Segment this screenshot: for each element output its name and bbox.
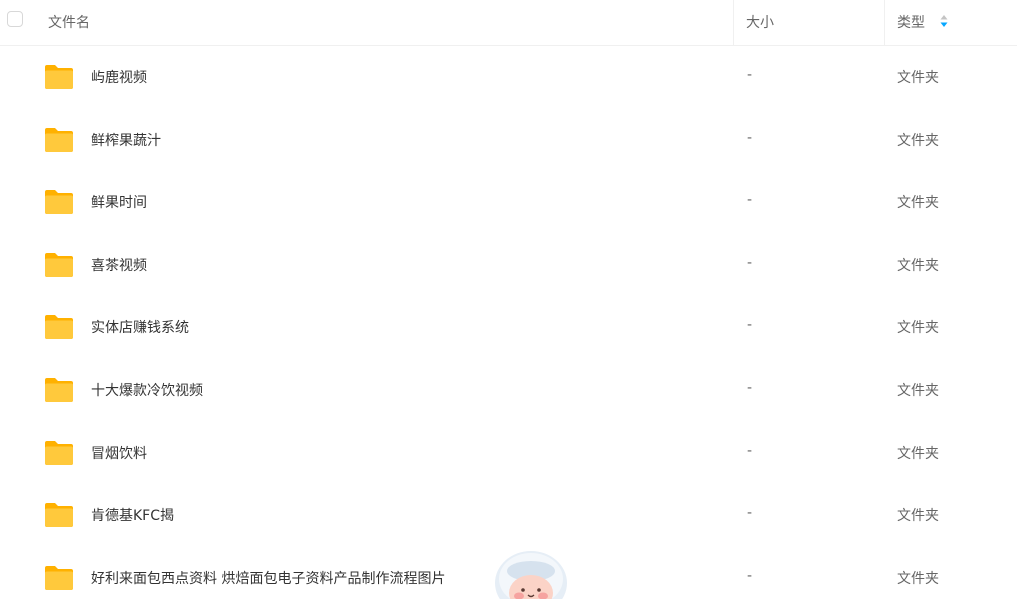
file-type: 文件夹	[897, 70, 939, 86]
list-header: 文件名 大小 类型	[0, 0, 1017, 46]
file-name[interactable]: 屿鹿视频	[91, 67, 147, 87]
file-size: -	[747, 317, 753, 334]
table-row[interactable]: 鲜果时间 - 文件夹	[0, 172, 1017, 234]
file-size: -	[747, 67, 753, 83]
table-row[interactable]: 十大爆款冷饮视频 - 文件夹	[0, 360, 1017, 422]
folder-icon	[45, 378, 73, 402]
folder-icon	[45, 315, 73, 340]
column-header-name[interactable]: 文件名	[48, 12, 90, 32]
folder-icon	[45, 440, 73, 465]
file-size: -	[747, 442, 753, 459]
file-name[interactable]: 鲜榨果蔬汁	[91, 130, 161, 150]
column-header-size[interactable]: 大小	[746, 12, 774, 32]
file-name[interactable]: 实体店赚钱系统	[91, 317, 189, 337]
file-type: 文件夹	[897, 570, 939, 587]
column-divider[interactable]	[884, 0, 885, 46]
file-type: 文件夹	[897, 383, 939, 399]
folder-icon	[45, 565, 73, 590]
folder-icon	[45, 127, 73, 152]
mascot-icon[interactable]	[492, 549, 570, 599]
file-name[interactable]: 十大爆款冷饮视频	[91, 380, 203, 400]
column-header-type[interactable]: 类型	[897, 12, 925, 32]
file-type: 文件夹	[897, 257, 939, 274]
file-size: -	[747, 380, 753, 396]
file-type: 文件夹	[897, 320, 939, 337]
select-all-checkbox[interactable]	[7, 11, 23, 27]
file-size: -	[747, 505, 753, 522]
file-size: -	[747, 129, 753, 146]
file-size: -	[747, 567, 753, 584]
file-name[interactable]: 好利来面包西点资料 烘焙面包电子资料产品制作流程图片	[91, 568, 445, 588]
folder-icon	[45, 252, 73, 277]
table-row[interactable]: 鲜榨果蔬汁 - 文件夹	[0, 110, 1017, 172]
table-row[interactable]: 喜茶视频 - 文件夹	[0, 235, 1017, 297]
file-name[interactable]: 肯德基KFC揭	[91, 505, 174, 525]
file-name[interactable]: 喜茶视频	[91, 255, 147, 275]
file-name[interactable]: 冒烟饮料	[91, 443, 147, 463]
folder-icon	[45, 190, 73, 215]
table-row[interactable]: 实体店赚钱系统 - 文件夹	[0, 297, 1017, 359]
file-type: 文件夹	[897, 445, 939, 462]
sort-icon[interactable]	[940, 14, 948, 28]
file-type: 文件夹	[897, 508, 939, 525]
folder-icon	[45, 65, 73, 89]
folder-icon	[45, 503, 73, 528]
file-name[interactable]: 鲜果时间	[91, 192, 147, 212]
file-type: 文件夹	[897, 195, 939, 212]
file-type: 文件夹	[897, 132, 939, 149]
file-size: -	[747, 192, 753, 209]
file-list: 文件名 大小 类型 屿鹿视频 - 文件夹 鲜榨果蔬汁 - 文件夹 鲜果时间 - 文件夹 喜茶视频 -…	[0, 0, 1017, 599]
file-size: -	[747, 254, 753, 271]
table-row[interactable]: 冒烟饮料 - 文件夹	[0, 423, 1017, 485]
table-row[interactable]: 肯德基KFC揭 - 文件夹	[0, 485, 1017, 547]
table-row[interactable]: 屿鹿视频 - 文件夹	[0, 47, 1017, 109]
column-divider[interactable]	[733, 0, 734, 46]
